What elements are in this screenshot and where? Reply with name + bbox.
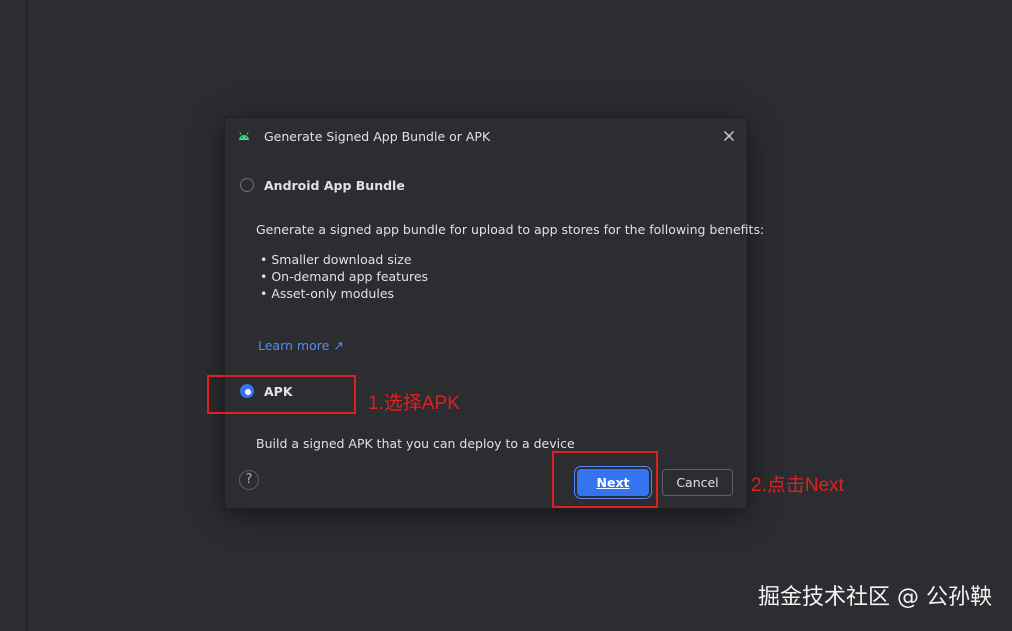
annotation-step2: 2.点击Next: [751, 475, 844, 496]
learn-more-link[interactable]: Learn more ↗: [258, 338, 344, 353]
dialog-titlebar: Generate Signed App Bundle or APK: [225, 118, 747, 154]
editor-gutter: [0, 0, 27, 631]
list-item: • Asset-only modules: [260, 286, 395, 301]
radio-android-app-bundle[interactable]: [240, 178, 254, 192]
annotation-step1: 1.选择APK: [368, 393, 460, 414]
benefits-list: • Smaller download size • On-demand app …: [260, 251, 428, 302]
cancel-button[interactable]: Cancel: [662, 469, 733, 496]
list-item: • On-demand app features: [260, 269, 429, 284]
annotation-box-next: [552, 451, 658, 508]
close-icon[interactable]: [721, 128, 737, 144]
option-label-app-bundle[interactable]: Android App Bundle: [264, 178, 405, 193]
watermark: 掘金技术社区 @ 公孙鞅: [758, 585, 992, 610]
app-bundle-description: Generate a signed app bundle for upload …: [256, 222, 765, 237]
generate-signed-dialog: Generate Signed App Bundle or APK Androi…: [225, 118, 764, 508]
android-icon: [239, 131, 249, 140]
list-item: • Smaller download size: [260, 252, 412, 267]
help-icon[interactable]: ?: [239, 470, 259, 490]
apk-description: Build a signed APK that you can deploy t…: [256, 436, 575, 451]
annotation-box-apk: [207, 375, 356, 414]
dialog-title: Generate Signed App Bundle or APK: [264, 129, 491, 144]
